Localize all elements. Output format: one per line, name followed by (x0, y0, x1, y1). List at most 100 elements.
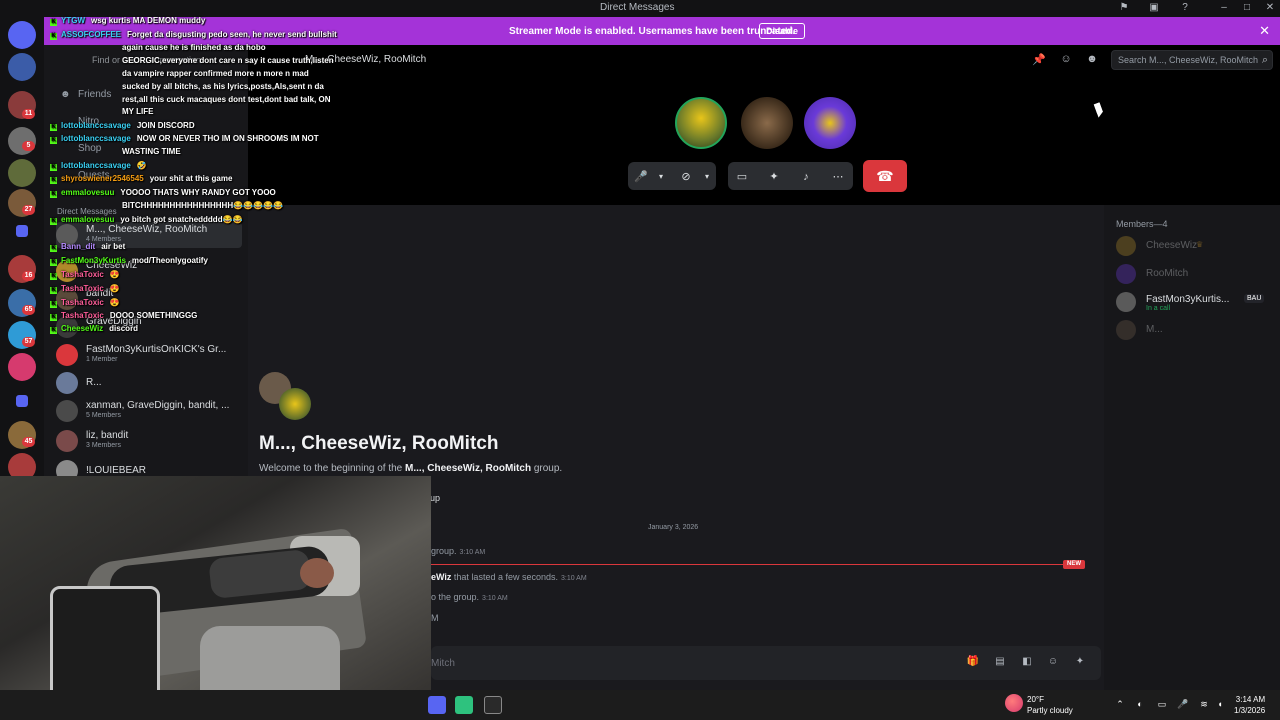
system-message: group. 3:10 AM (431, 546, 486, 556)
edge-icon[interactable]: ◐ (1134, 699, 1146, 711)
call-header-title: M..., CheeseWiz, RooMitch (305, 54, 427, 65)
dm-name: !LOUIEBEAR (86, 465, 147, 476)
dm-section-header: Direct Messages (57, 207, 117, 216)
epic-games-taskbar-icon[interactable] (484, 696, 502, 714)
display-icon[interactable]: ▣ (1148, 2, 1160, 14)
dm-item[interactable]: CheeseWiz (56, 258, 242, 284)
dm-name: R... (86, 377, 102, 388)
folder-icon[interactable]: ▭ (1156, 699, 1168, 711)
member-name: FastMon3yKurtis... (1146, 294, 1230, 305)
server-icon[interactable] (8, 53, 36, 81)
unread-badge: 16 (22, 271, 35, 281)
nav-quests[interactable]: Quests (78, 170, 110, 181)
taskbar: 20°F Partly cloudy ⌃ ◐ ▭ 🎤 ≋ ◖ 3:14 AM 1… (0, 690, 1280, 720)
close-banner-icon[interactable]: ✕ (1259, 23, 1270, 39)
screen-share-icon[interactable]: ▭ (734, 169, 750, 185)
member-item[interactable]: CheeseWiz ♛ (1116, 235, 1276, 259)
search-input[interactable]: Search M..., CheeseWiz, RooMitch (1111, 50, 1273, 70)
avatar (56, 400, 78, 422)
dm-item[interactable]: GraveDiggin (56, 314, 242, 340)
gif-icon[interactable]: ▤ (993, 656, 1007, 670)
volume-icon[interactable]: ◖ (1214, 699, 1226, 711)
dm-name: GraveDiggin (86, 316, 142, 327)
activities-icon[interactable]: ✦ (766, 169, 782, 185)
dm-item[interactable]: xanman, GraveDiggin, bandit, ... 5 Membe… (56, 398, 242, 424)
group-welcome: Welcome to the beginning of the M..., Ch… (259, 463, 563, 474)
dm-name: CheeseWiz (86, 260, 138, 271)
member-tag: BAU (1244, 294, 1265, 303)
server-icon[interactable] (8, 159, 36, 187)
unread-badge: 27 (22, 205, 35, 215)
member-item[interactable]: M... (1116, 319, 1276, 343)
microphone-icon[interactable]: 🎤 (1177, 699, 1189, 711)
member-list-icon[interactable]: ☻ (1085, 53, 1099, 67)
dm-item[interactable]: liz, bandit 3 Members (56, 428, 242, 454)
discord-home-icon[interactable] (8, 21, 36, 49)
add-friends-icon[interactable]: ☺ (1059, 53, 1073, 67)
app-taskbar-icon[interactable] (455, 696, 473, 714)
more-options-icon[interactable]: ⋯ (830, 169, 846, 185)
minimize-icon[interactable]: – (1218, 2, 1230, 14)
chevron-up-icon[interactable]: ⌃ (1114, 699, 1126, 711)
folder-icon[interactable] (16, 395, 28, 407)
help-icon[interactable]: ? (1179, 2, 1191, 14)
server-icon[interactable] (8, 353, 36, 381)
nav-nitro[interactable]: Nitro (78, 116, 99, 127)
folder-icon[interactable] (16, 225, 28, 237)
chevron-down-icon[interactable]: ▾ (653, 169, 669, 185)
avatar (56, 260, 78, 282)
participant-avatar[interactable] (741, 97, 793, 149)
inbox-icon[interactable]: ⚑ (1118, 2, 1130, 14)
participant-avatar[interactable] (804, 97, 856, 149)
soundboard-icon[interactable]: ♪ (798, 169, 814, 185)
message-input[interactable]: Mitch 🎁 ▤ ◧ ☺ ✦ (431, 646, 1101, 680)
group-avatar (259, 372, 311, 420)
avatar (56, 288, 78, 310)
pin-icon[interactable]: 📌 (1032, 53, 1046, 67)
members-list: Members—4 CheeseWiz ♛ RooMitch FastMon3y… (1104, 205, 1280, 690)
dm-sub: 4 Members (86, 236, 122, 243)
gift-icon[interactable]: 🎁 (966, 656, 980, 670)
find-conversation-input[interactable]: Find or start a conversation (48, 52, 240, 70)
avatar (56, 224, 78, 246)
nav-friends[interactable]: Friends (78, 89, 111, 100)
emoji-icon[interactable]: ☺ (1046, 656, 1060, 670)
webcam-feed (0, 476, 431, 720)
dm-sub: 5 Members (86, 412, 122, 419)
system-message: o the group. 3:10 AM (431, 592, 508, 602)
friends-icon: ☻ (60, 89, 71, 100)
system-message: eWiz that lasted a few seconds. 3:10 AM (431, 572, 587, 582)
edit-group-button[interactable]: up (430, 493, 440, 503)
member-name: CheeseWiz (1146, 240, 1198, 251)
window-title: Direct Messages (600, 2, 675, 13)
unread-badge: 57 (22, 337, 35, 347)
wifi-icon[interactable]: ≋ (1198, 699, 1210, 711)
title-bar: Direct Messages ⚑ ▣ ? – □ ✕ (0, 0, 1280, 17)
avatar (1116, 264, 1136, 284)
nav-shop[interactable]: Shop (78, 143, 101, 154)
participant-avatar[interactable] (675, 97, 727, 149)
clock-date: 1/3/2026 (1234, 706, 1266, 715)
dm-item[interactable]: R... (56, 370, 242, 396)
disconnect-call-button[interactable]: ☎ (863, 160, 907, 192)
avatar (56, 316, 78, 338)
weather-widget[interactable]: 20°F Partly cloudy (1027, 694, 1073, 716)
maximize-icon[interactable]: □ (1241, 2, 1253, 14)
avatar (1116, 320, 1136, 340)
member-item[interactable]: RooMitch (1116, 263, 1276, 287)
discord-taskbar-icon[interactable] (428, 696, 446, 714)
member-item[interactable]: FastMon3yKurtis... In a call BAU (1116, 291, 1276, 315)
chevron-down-icon[interactable]: ▾ (699, 169, 715, 185)
dm-name: liz, bandit (86, 430, 129, 441)
clock[interactable]: 3:14 AM 1/3/2026 (1234, 694, 1265, 716)
apps-icon[interactable]: ✦ (1073, 656, 1087, 670)
camera-off-icon[interactable]: ⊘ (678, 169, 694, 185)
disable-streamer-mode-button[interactable]: Disable (759, 23, 806, 39)
sticker-icon[interactable]: ◧ (1020, 656, 1034, 670)
dm-item[interactable]: M..., CheeseWiz, RooMitch 4 Members (56, 222, 242, 248)
dm-item[interactable]: bandit (56, 286, 242, 312)
close-window-icon[interactable]: ✕ (1264, 2, 1276, 14)
dm-item[interactable]: FastMon3yKurtisOnKICK's Gr... 1 Member (56, 342, 242, 368)
microphone-icon[interactable]: 🎤 (633, 169, 649, 185)
date-divider-label: January 3, 2026 (644, 524, 703, 531)
